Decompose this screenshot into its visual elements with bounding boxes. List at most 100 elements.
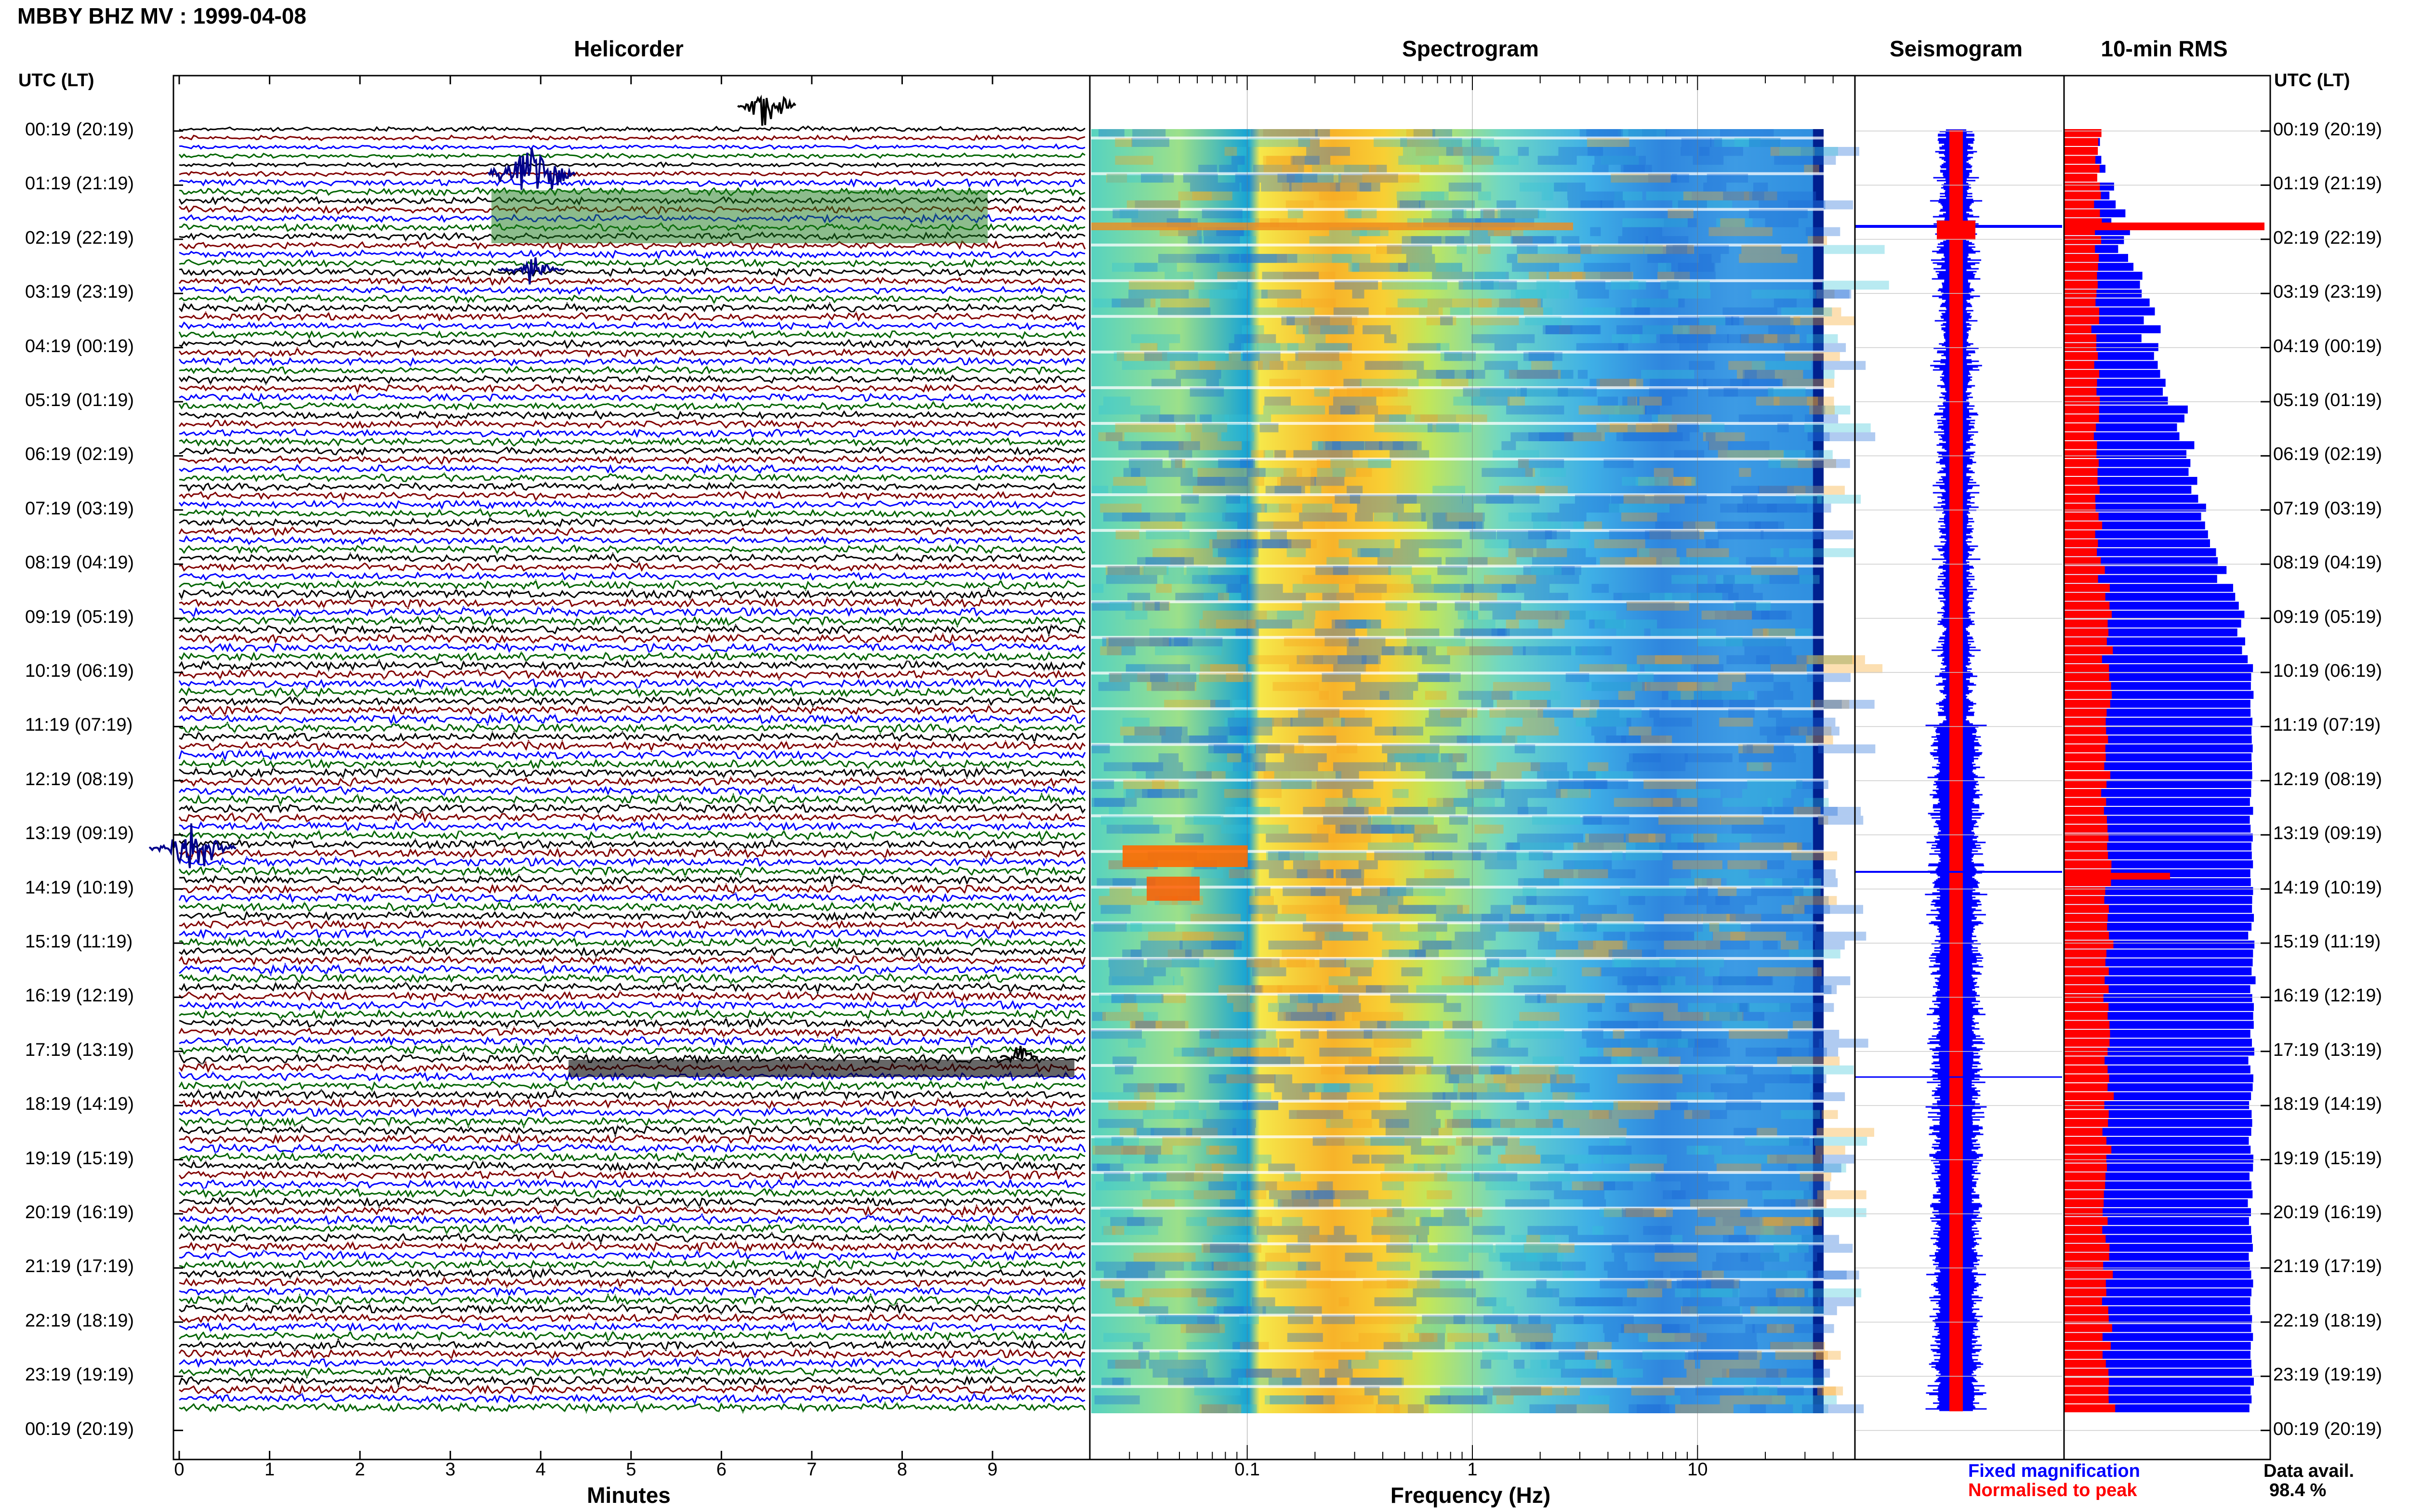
spectrogram-cell bbox=[1392, 1208, 1431, 1217]
spectrogram-cell bbox=[1396, 495, 1463, 504]
spectrogram-cell bbox=[1115, 156, 1153, 165]
spectrogram-cell bbox=[1703, 1012, 1743, 1021]
helicorder-trace bbox=[179, 1240, 1085, 1254]
rms-red-bar bbox=[2064, 521, 2103, 530]
spectrogram-cell bbox=[1472, 851, 1517, 861]
spectrogram-cell bbox=[1622, 227, 1662, 237]
spectrogram-cell bbox=[1418, 673, 1450, 682]
spectrogram-cell bbox=[1708, 387, 1738, 397]
spectrogram-cell bbox=[1658, 263, 1671, 272]
spectrogram-cell bbox=[1322, 1315, 1355, 1324]
spectrogram-cell bbox=[1422, 655, 1450, 664]
spectrogram-cell bbox=[1603, 1155, 1667, 1164]
spectrogram-xlabel: Frequency (Hz) bbox=[1390, 1483, 1551, 1508]
helicorder-trace bbox=[179, 1177, 1085, 1190]
spectrogram-cell bbox=[1817, 815, 1864, 825]
spectrogram-cell bbox=[1631, 1386, 1675, 1395]
spectrogram-cell bbox=[1561, 1368, 1613, 1378]
spectrogram-cell bbox=[1522, 717, 1555, 727]
spectrogram-cell bbox=[1614, 958, 1631, 968]
spectrogram-cell bbox=[1359, 263, 1390, 272]
spectrogram-cell bbox=[1265, 1252, 1290, 1262]
spectrogram-gap bbox=[1091, 778, 1824, 782]
spectrogram-cell bbox=[1510, 432, 1573, 441]
rms-red-bar bbox=[2064, 245, 2095, 253]
rms-red-bar bbox=[2064, 637, 2107, 645]
spectrogram-cell bbox=[1441, 753, 1467, 763]
spectrogram-cell bbox=[1768, 459, 1798, 468]
spectrogram-cell bbox=[1678, 263, 1714, 272]
spectrogram-cell bbox=[1484, 860, 1517, 869]
spectrogram-cell bbox=[1440, 709, 1478, 718]
rms-red-bar bbox=[2064, 459, 2099, 467]
spectrogram-cell bbox=[1159, 726, 1188, 736]
spectrogram-cell bbox=[1305, 334, 1326, 343]
helicorder-trace bbox=[179, 623, 1085, 638]
spectrogram-cell bbox=[1224, 147, 1237, 156]
spectrogram-cell bbox=[1363, 1029, 1422, 1039]
helicorder-trace bbox=[179, 1329, 1086, 1343]
panel-frame bbox=[172, 75, 1091, 1460]
rms-red-bar bbox=[2064, 762, 2105, 770]
spectrogram-cell bbox=[1248, 905, 1278, 914]
spectrogram-cell bbox=[1132, 1297, 1144, 1306]
spectrogram-cell bbox=[1620, 887, 1686, 896]
spectrogram-cell bbox=[1727, 860, 1767, 869]
spectrogram-cell bbox=[1588, 147, 1636, 156]
spectrogram-cell bbox=[1493, 682, 1550, 691]
spectrogram-cell bbox=[1218, 432, 1255, 441]
spectrogram-cell bbox=[1353, 1315, 1417, 1324]
spectrogram-cell bbox=[1789, 1137, 1810, 1146]
spectrogram-cell bbox=[1379, 441, 1417, 450]
rms-red-bar bbox=[2064, 477, 2098, 485]
rms-red-bar bbox=[2064, 1190, 2104, 1198]
spectrogram-cell bbox=[1693, 1047, 1730, 1057]
spectrogram-cell bbox=[1751, 361, 1812, 370]
spectrogram-cell bbox=[1326, 1137, 1365, 1146]
spectrogram-cell bbox=[1805, 227, 1840, 237]
spectrogram-cell bbox=[1203, 1119, 1256, 1128]
spectrogram-cell bbox=[1729, 1029, 1788, 1039]
spectrogram-cell bbox=[1516, 691, 1561, 700]
spectrogram-cell bbox=[1629, 1003, 1678, 1012]
spectrogram-cell bbox=[1362, 173, 1419, 183]
spectrogram-cell bbox=[1780, 940, 1799, 950]
spectrogram-cell bbox=[1637, 655, 1682, 664]
helicorder-trace bbox=[178, 284, 1085, 296]
spectrogram-cell bbox=[1601, 405, 1645, 415]
spectrogram-cell bbox=[1100, 646, 1122, 656]
spectrogram-cell bbox=[1411, 825, 1438, 834]
spectrogram-cell bbox=[1115, 530, 1139, 539]
rms-red-bar bbox=[2064, 352, 2098, 360]
spectrogram-cell bbox=[1428, 798, 1454, 807]
spectrogram-cell bbox=[1100, 1208, 1134, 1217]
spectrogram-cell bbox=[1496, 1395, 1514, 1405]
spectrogram-cell bbox=[1709, 922, 1720, 932]
helicorder-event bbox=[148, 823, 237, 868]
rms-red-bar bbox=[2064, 780, 2107, 789]
spectrogram-cell bbox=[1744, 1386, 1778, 1395]
spectrogram-cell bbox=[1202, 423, 1252, 433]
spectrogram-cell bbox=[1226, 584, 1242, 593]
rms-red-bar bbox=[2064, 958, 2105, 967]
spectrogram-cell bbox=[1302, 183, 1336, 192]
spectrogram-cell bbox=[1575, 646, 1612, 656]
spectrogram-cell bbox=[1299, 655, 1323, 664]
spectrogram-cell bbox=[1094, 1395, 1140, 1405]
spectrogram-cell bbox=[1629, 932, 1694, 941]
spectrogram-cell bbox=[1614, 1252, 1625, 1262]
spectrogram-cell bbox=[1171, 459, 1182, 468]
rms-red-bar bbox=[2064, 1003, 2109, 1011]
spectrogram-cell bbox=[1587, 138, 1629, 147]
spectrogram-cell bbox=[1289, 1110, 1343, 1119]
spectrogram-cell bbox=[1622, 218, 1688, 227]
helicorder-trace bbox=[178, 525, 1085, 537]
spectrogram-cell bbox=[1114, 1065, 1134, 1075]
spectrogram-cell bbox=[1109, 967, 1166, 976]
spectrogram-cell bbox=[1098, 1119, 1144, 1128]
spectrogram-cell bbox=[1612, 334, 1640, 343]
spectrogram-cell bbox=[1496, 530, 1557, 539]
spectrogram-cell bbox=[1319, 958, 1346, 968]
spectrogram-cell bbox=[1313, 1351, 1369, 1360]
spectrogram-cell bbox=[1586, 682, 1642, 691]
